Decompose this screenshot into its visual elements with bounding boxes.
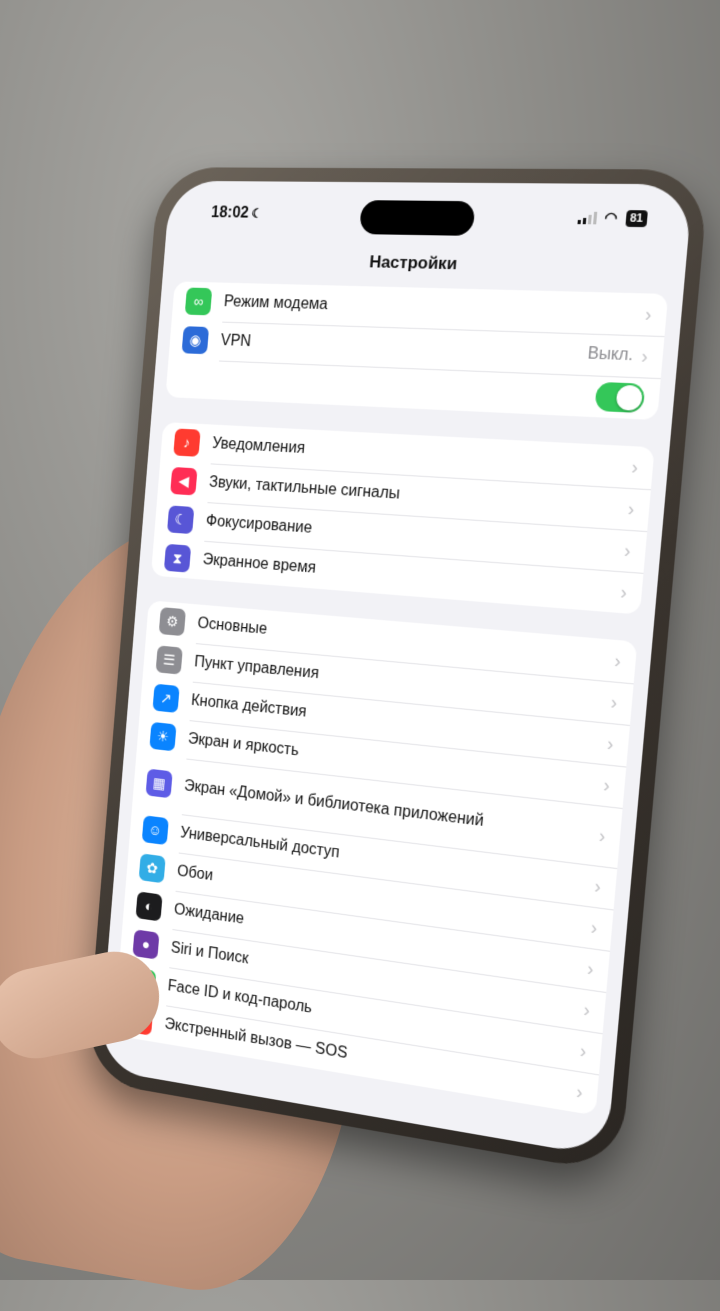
home-grid-icon: ▦ <box>146 769 173 799</box>
globe-icon: ◉ <box>182 326 210 354</box>
chevron-right-icon: › <box>603 774 611 796</box>
moon-icon: ☾ <box>167 505 194 534</box>
hourglass-icon: ⧗ <box>164 544 191 573</box>
chevron-right-icon: › <box>627 498 635 520</box>
sun-icon: ☀ <box>149 722 176 752</box>
chevron-right-icon: › <box>623 540 631 562</box>
chevron-right-icon: › <box>631 456 639 478</box>
siri-icon: ● <box>132 929 159 959</box>
status-bar: 18:02☾ ◠ 81 <box>167 200 692 237</box>
settings-group-notifications: ♪ Уведомления › ◀ Звуки, тактильные сигналы ›… <box>151 422 655 615</box>
chevron-right-icon: › <box>610 691 618 713</box>
switches-icon: ☰ <box>156 645 183 674</box>
settings-group-connectivity: ∞ Режим модема › ◉ VPN Выкл. › <box>165 281 668 420</box>
vpn-toggle[interactable] <box>594 382 645 413</box>
gear-icon: ⚙ <box>159 607 186 636</box>
chevron-right-icon: › <box>614 650 622 672</box>
chevron-right-icon: › <box>579 1040 587 1063</box>
accessibility-icon: ☺ <box>142 815 169 845</box>
phone: 18:02☾ ◠ 81 Настройки ∞ Режим модема › ◉ VPN… <box>85 167 709 1174</box>
settings-group-general: ⚙ Основные › ☰ Пункт управления › ↗ Кнопка дейс… <box>114 600 638 1115</box>
chevron-right-icon: › <box>586 958 594 980</box>
settings-row-label: Режим модема <box>223 293 646 323</box>
chevron-right-icon: › <box>606 733 614 755</box>
chevron-right-icon: › <box>594 875 602 897</box>
settings-row-label: VPN <box>220 332 589 363</box>
chevron-right-icon: › <box>575 1081 583 1104</box>
chevron-right-icon: › <box>620 581 628 603</box>
moon-icon: ☾ <box>251 206 263 221</box>
cellular-signal-icon <box>577 211 597 224</box>
bell-icon: ♪ <box>173 428 200 456</box>
chevron-right-icon: › <box>583 999 591 1022</box>
chevron-right-icon: › <box>590 917 598 939</box>
settings-row-value: Выкл. <box>587 345 634 365</box>
settings-list: ∞ Режим модема › ◉ VPN Выкл. › ♪ Уведомления › ◀ З… <box>112 281 669 1142</box>
page-title: Настройки <box>163 248 686 279</box>
link-icon: ∞ <box>185 288 213 316</box>
status-time: 18:02 <box>210 204 249 221</box>
standby-icon: ◐ <box>136 891 163 921</box>
chevron-right-icon: › <box>598 825 606 847</box>
chevron-right-icon: › <box>644 303 652 325</box>
wifi-icon: ◠ <box>604 209 618 227</box>
action-button-icon: ↗ <box>152 684 179 713</box>
battery-icon: 81 <box>625 210 648 227</box>
screen: 18:02☾ ◠ 81 Настройки ∞ Режим модема › ◉ VPN… <box>98 181 693 1157</box>
flower-icon: ✿ <box>139 853 166 883</box>
speaker-icon: ◀ <box>170 467 197 496</box>
chevron-right-icon: › <box>640 345 648 367</box>
